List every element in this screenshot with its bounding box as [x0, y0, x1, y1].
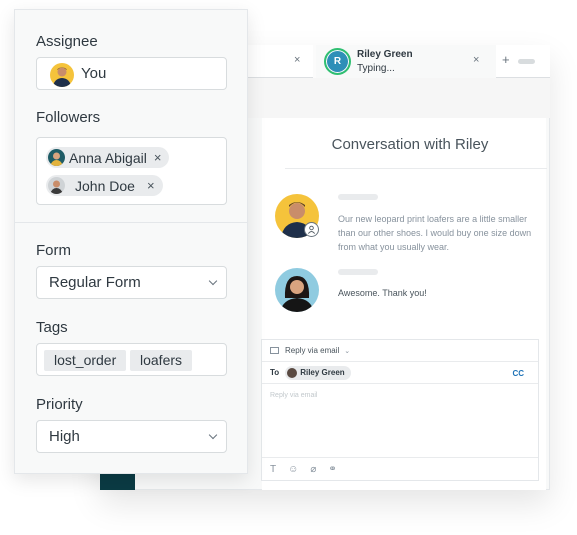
divider [285, 168, 547, 169]
chevron-down-icon [208, 430, 218, 440]
agent-message: Our new leopard print loafers are a litt… [338, 214, 532, 252]
emoji-icon[interactable]: ☺ [288, 464, 298, 475]
follower-avatar [48, 177, 65, 194]
recipient-avatar [287, 367, 298, 378]
follower-name: John Doe [75, 177, 135, 194]
link-icon[interactable]: ⚭ [328, 464, 336, 475]
ticket-properties-panel: Assignee You Followers Anna Abigail × Jo… [14, 9, 248, 474]
reply-composer: Reply via email ⌄ To Riley Green CC Repl… [261, 339, 539, 481]
customer-message-avatar [275, 268, 319, 312]
tab-previous[interactable]: × [248, 45, 313, 78]
chevron-down-icon: ⌄ [344, 347, 351, 355]
follower-chip: Anna Abigail × [46, 147, 170, 168]
assignee-field[interactable]: You [36, 57, 227, 90]
remove-icon[interactable]: × [147, 178, 155, 193]
window-accent-strip [100, 474, 135, 490]
follower-name: Anna Abigail [69, 149, 147, 166]
tags-field[interactable]: lost_order loafers [36, 343, 227, 376]
close-icon[interactable]: × [473, 54, 479, 66]
tag-chip[interactable]: lost_order [44, 350, 127, 371]
to-label: To [270, 368, 280, 377]
form-select[interactable]: Regular Form [36, 266, 227, 299]
message-sender-placeholder [338, 269, 378, 275]
conversation-toolbar [248, 78, 550, 118]
tab-riley-green[interactable]: R Riley Green Typing... × [316, 45, 496, 78]
chevron-down-icon [208, 276, 218, 286]
recipient-chip[interactable]: Riley Green [285, 365, 351, 380]
cc-button[interactable]: CC [512, 369, 524, 378]
attachment-icon[interactable]: ⌀ [310, 464, 316, 475]
text-format-icon[interactable]: T [270, 464, 276, 475]
conversation-title: Conversation with Riley [331, 136, 489, 153]
typing-status: Typing... [357, 63, 395, 74]
envelope-icon [270, 347, 279, 354]
priority-value: High [49, 428, 80, 445]
priority-select[interactable]: High [36, 420, 227, 453]
reply-channel-selector[interactable]: Reply via email ⌄ [262, 340, 538, 362]
recipient-row: To Riley Green CC [262, 362, 538, 384]
customer-message: Awesome. Thank you! [338, 288, 427, 298]
tab-placeholder-pill [518, 59, 535, 64]
priority-label: Priority [36, 396, 83, 413]
remove-icon[interactable]: × [154, 150, 162, 165]
assignee-label: Assignee [36, 33, 98, 50]
recipient-name: Riley Green [300, 368, 345, 377]
composer-toolbar: T ☺ ⌀ ⚭ [262, 458, 538, 480]
message-sender-placeholder [338, 194, 378, 200]
tab-customer-name: Riley Green [357, 49, 413, 60]
follower-chip: John Doe × [46, 175, 163, 196]
reply-placeholder: Reply via email [270, 392, 318, 399]
section-divider [15, 222, 247, 223]
form-value: Regular Form [49, 274, 141, 291]
assignee-value: You [81, 65, 107, 82]
tags-label: Tags [36, 319, 68, 336]
add-tab-icon[interactable]: + [502, 52, 510, 67]
user-avatar-icon [50, 63, 74, 87]
close-icon[interactable]: × [294, 54, 300, 66]
reply-textarea[interactable]: Reply via email [262, 384, 538, 458]
agent-user-icon [304, 222, 319, 237]
follower-avatar [48, 149, 65, 166]
followers-label: Followers [36, 109, 101, 126]
customer-avatar: R [324, 48, 351, 75]
reply-channel-label: Reply via email [285, 346, 340, 355]
tab-actions: + [496, 45, 550, 78]
tag-chip[interactable]: loafers [130, 350, 193, 371]
form-label: Form [36, 242, 71, 259]
followers-field[interactable]: Anna Abigail × John Doe × [36, 137, 227, 205]
